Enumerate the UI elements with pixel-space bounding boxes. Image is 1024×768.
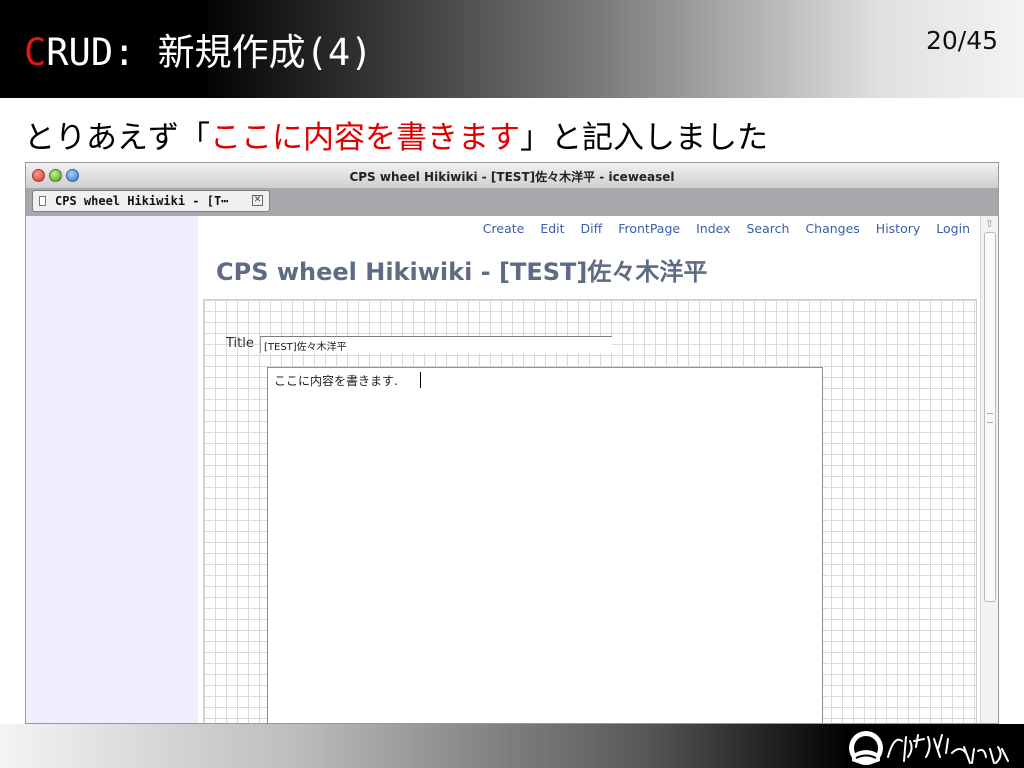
slide-footer: [0, 724, 1024, 768]
page-favicon-icon: [39, 196, 46, 206]
scroll-up-arrow-icon[interactable]: ⇧: [985, 219, 993, 230]
caption-highlight: ここに内容を書きます: [210, 120, 520, 156]
window-titlebar: CPS wheel Hikiwiki - [TEST]佐々木洋平 - icewe…: [26, 163, 998, 189]
slide-title: CRUD: 新規作成(4): [24, 22, 373, 76]
wiki-page-title: CPS wheel Hikiwiki - [TEST]佐々木洋平: [216, 258, 708, 286]
tab-label: CPS wheel Hikiwiki - [T⋯: [55, 194, 229, 208]
browser-window: CPS wheel Hikiwiki - [TEST]佐々木洋平 - icewe…: [25, 162, 999, 724]
nav-frontpage-link[interactable]: FrontPage: [618, 221, 680, 236]
tab-strip: CPS wheel Hikiwiki - [T⋯ ✕: [26, 188, 998, 216]
page-number: 20/45: [925, 26, 998, 55]
nav-create-link[interactable]: Create: [483, 221, 525, 236]
wiki-nav: Create Edit Diff FrontPage Index Search …: [471, 221, 970, 236]
slide-caption: とりあえず「ここに内容を書きます」と記入しました: [24, 112, 768, 157]
scroll-grip-icon: [987, 413, 993, 423]
wiki-content: Create Edit Diff FrontPage Index Search …: [198, 216, 980, 723]
slide-title-rest: RUD: 新規作成(4): [46, 31, 373, 74]
edit-form: Title ここに内容を書きます.: [203, 299, 977, 723]
nav-login-link[interactable]: Login: [936, 221, 970, 236]
caption-after: 」と記入しました: [520, 120, 768, 156]
nav-index-link[interactable]: Index: [696, 221, 730, 236]
window-title: CPS wheel Hikiwiki - [TEST]佐々木洋平 - icewe…: [349, 170, 675, 184]
nav-edit-link[interactable]: Edit: [540, 221, 564, 236]
caption-before: とりあえず「: [24, 120, 210, 156]
nav-search-link[interactable]: Search: [747, 221, 790, 236]
nav-history-link[interactable]: History: [876, 221, 920, 236]
scrollbar-thumb[interactable]: [984, 232, 996, 602]
wiki-sidebar: [26, 216, 198, 723]
title-input[interactable]: [260, 336, 612, 353]
text-caret: [420, 372, 421, 388]
slide-title-initial: C: [24, 31, 47, 74]
close-box-icon[interactable]: ✕: [252, 195, 263, 206]
slide-header: CRUD: 新規作成(4) 20/45: [0, 0, 1024, 98]
browser-tab[interactable]: CPS wheel Hikiwiki - [T⋯ ✕: [32, 190, 270, 212]
vertical-scrollbar[interactable]: ⇧: [980, 216, 998, 723]
nav-changes-link[interactable]: Changes: [805, 221, 859, 236]
body-textarea[interactable]: ここに内容を書きます.: [267, 367, 823, 723]
club-logo: [849, 731, 1009, 765]
nav-diff-link[interactable]: Diff: [581, 221, 603, 236]
title-label: Title: [226, 336, 254, 351]
